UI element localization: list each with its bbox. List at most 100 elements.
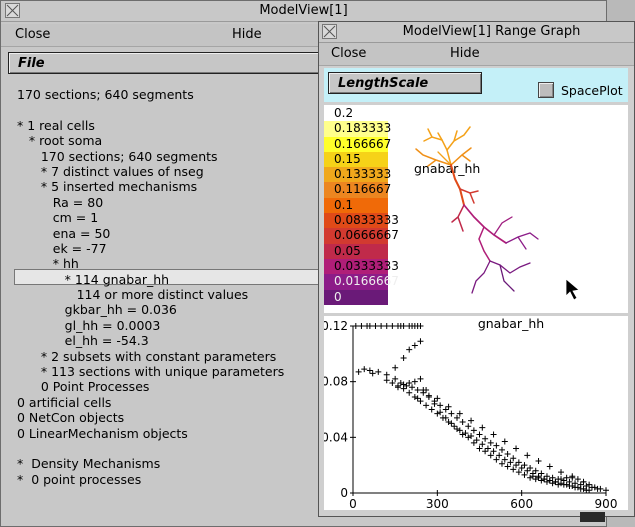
range-graph-title: ModelView[1] Range Graph — [402, 24, 581, 39]
neuron-morphology — [415, 126, 580, 301]
modelview-titlebar[interactable]: ModelView[1] — [1, 1, 606, 22]
data-point — [583, 487, 590, 494]
close-menu-item[interactable]: Close — [15, 27, 50, 42]
tree-line[interactable]: * Density Mechanisms — [17, 456, 284, 471]
data-point — [532, 467, 539, 474]
data-point — [406, 380, 413, 387]
data-point — [572, 484, 579, 491]
data-point — [454, 425, 461, 432]
data-point — [543, 473, 550, 480]
data-point — [465, 434, 472, 441]
tree-line — [17, 102, 284, 117]
data-point — [515, 459, 522, 466]
data-point — [392, 375, 399, 382]
y-tick-label: 0.12 — [324, 319, 348, 333]
data-point — [468, 417, 475, 424]
data-point — [456, 427, 463, 434]
data-point — [448, 410, 455, 417]
data-point — [434, 410, 441, 417]
data-point — [414, 387, 421, 394]
data-point — [456, 410, 463, 417]
range-close-menu-item[interactable]: Close — [331, 46, 366, 61]
range-window-close-icon[interactable] — [322, 24, 337, 39]
data-point — [361, 366, 368, 373]
tree-line[interactable]: * 113 sections with unique parameters — [17, 364, 284, 379]
data-point — [558, 476, 565, 483]
tree-line[interactable]: * 1 real cells — [17, 118, 284, 133]
data-point — [541, 476, 548, 483]
chart-title: gnabar_hh — [478, 316, 544, 331]
data-point — [487, 452, 494, 459]
range-graph-plot[interactable]: 0 0.04 0.08 0.12 0 300 600 900 gnabar_hh — [324, 316, 628, 510]
data-point — [513, 462, 520, 469]
tree-line[interactable]: * 5 inserted mechanisms — [17, 179, 284, 194]
tree-line[interactable]: * 0 point processes — [17, 472, 284, 487]
data-point — [518, 464, 525, 471]
data-point — [406, 346, 413, 353]
data-point — [383, 323, 390, 329]
data-point — [493, 456, 500, 463]
data-point — [428, 406, 435, 413]
data-point — [459, 431, 466, 438]
data-point — [397, 380, 404, 387]
data-point — [355, 368, 362, 375]
data-point — [400, 355, 407, 362]
data-point — [372, 323, 379, 329]
tree-line: gkbar_hh = 0.036 — [17, 302, 177, 318]
data-point — [366, 367, 373, 374]
data-point — [369, 370, 376, 377]
data-point — [392, 364, 399, 371]
range-graph-window: ModelView[1] Range Graph Close Hide Leng… — [318, 21, 635, 517]
data-point — [417, 323, 424, 329]
tree-line: 170 sections; 640 segments — [17, 148, 218, 164]
spaceplot-checkbox[interactable] — [538, 82, 554, 98]
range-graph-titlebar[interactable]: ModelView[1] Range Graph — [319, 22, 634, 43]
y-tick-label: 0 — [340, 486, 348, 500]
length-scale-button[interactable]: LengthScale — [328, 72, 482, 94]
data-point — [366, 323, 373, 329]
spaceplot-label: SpacePlot — [561, 83, 623, 98]
data-point — [532, 476, 539, 483]
window-resize-grip[interactable] — [580, 512, 605, 522]
tree-line: Ra = 80 — [17, 194, 104, 210]
shape-plot[interactable]: 0.2 0.183333 0.166667 0.15 0.133333 0.116667 0… — [324, 105, 628, 313]
data-point — [527, 464, 534, 471]
data-point — [411, 342, 418, 349]
data-point — [411, 378, 418, 385]
data-point — [535, 457, 542, 464]
data-point — [574, 476, 581, 483]
length-scale-label: LengthScale — [338, 76, 429, 91]
data-point — [448, 420, 455, 427]
x-tick-label: 0 — [349, 497, 357, 510]
tree-line: 0 NetCon objects — [17, 410, 125, 426]
tree-line: 170 sections; 640 segments — [17, 87, 194, 102]
data-point — [383, 377, 390, 384]
data-point — [521, 462, 528, 469]
data-point — [375, 368, 382, 375]
tree-line[interactable]: * 114 gnabar_hh — [17, 272, 284, 287]
data-point — [437, 409, 444, 416]
data-point — [468, 432, 475, 439]
window-close-icon[interactable] — [5, 3, 20, 18]
data-point — [515, 469, 522, 476]
data-point — [577, 485, 584, 492]
data-point — [521, 471, 528, 478]
tree-line: 114 or more distinct values — [17, 287, 249, 303]
file-button[interactable]: File — [8, 52, 328, 74]
range-hide-menu-item[interactable]: Hide — [450, 46, 480, 61]
tree-line[interactable]: * 2 subsets with constant parameters — [17, 349, 284, 364]
data-point — [411, 393, 418, 400]
hide-menu-item[interactable]: Hide — [232, 27, 262, 42]
tree-line: ena = 50 — [17, 225, 111, 241]
data-point — [549, 480, 556, 487]
tree-line[interactable]: * hh — [17, 256, 284, 271]
data-point — [507, 459, 514, 466]
data-point — [459, 419, 466, 426]
data-point — [470, 427, 477, 434]
tree-line[interactable]: * root soma — [17, 133, 284, 148]
data-point — [501, 456, 508, 463]
data-point — [423, 402, 430, 409]
data-point — [445, 419, 452, 426]
tree-line[interactable]: * 7 distinct values of nseg — [17, 164, 284, 179]
data-point — [597, 485, 604, 492]
